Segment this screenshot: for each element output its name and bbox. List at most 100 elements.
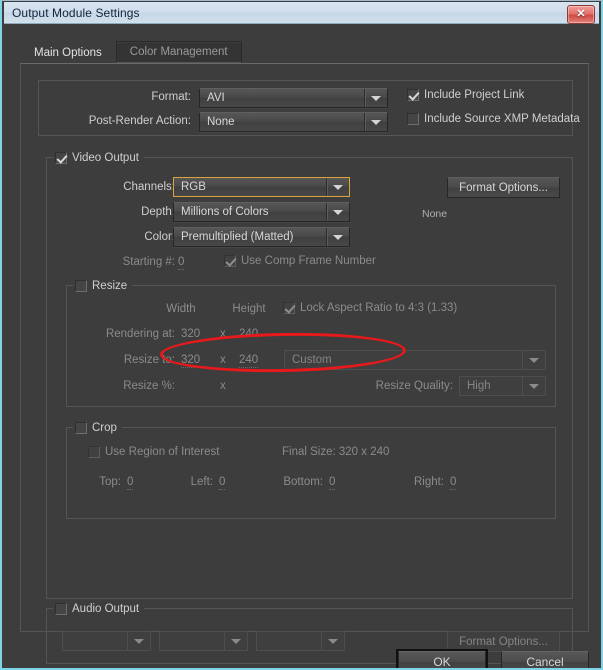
format-dropdown[interactable]: AVI — [199, 88, 388, 108]
video-output-group: Video Output Channels: RGB Depth: Millio… — [46, 150, 573, 599]
crop-legend[interactable]: Crop — [73, 420, 122, 435]
resize-preset-dropdown[interactable]: Custom — [284, 350, 546, 370]
chevron-down-icon — [522, 377, 545, 395]
crop-group: Crop Use Region of Interest Final Size: … — [66, 420, 556, 519]
chevron-down-icon — [321, 632, 344, 650]
audio-channels-dropdown[interactable] — [256, 631, 345, 651]
use-comp-frame-number-checkbox[interactable] — [224, 255, 236, 267]
lock-aspect-ratio-checkbox[interactable] — [283, 302, 295, 314]
starting-number-field[interactable]: 0 — [178, 256, 185, 270]
video-format-options-button[interactable]: Format Options... — [447, 177, 560, 198]
ok-button[interactable]: OK — [398, 651, 486, 668]
close-icon[interactable]: ✕ — [567, 5, 595, 24]
color-dropdown-value: Premultiplied (Matted) — [181, 231, 294, 243]
crop-checkbox[interactable] — [75, 421, 87, 434]
include-xmp-row[interactable]: Include Source XMP Metadata — [407, 113, 580, 125]
dialog-body: Main Options Color Management Format: AV… — [4, 24, 599, 668]
resize-percent-times: x — [220, 380, 226, 392]
chevron-down-icon — [522, 351, 545, 369]
main-options-panel: Format: AVI Post-Render Action: None Inc… — [20, 63, 589, 664]
video-format-options-status: None — [422, 208, 448, 220]
audio-output-label: Audio Output — [72, 602, 140, 615]
audio-format-options-button[interactable]: Format Options... — [447, 631, 560, 652]
color-label: Color: — [144, 231, 175, 243]
audio-rate-dropdown[interactable] — [62, 631, 151, 651]
post-render-action-label: Post-Render Action: — [88, 115, 191, 127]
rendering-at-width: 320 — [181, 328, 201, 340]
crop-label: Crop — [92, 421, 117, 434]
resize-quality-value: High — [467, 380, 491, 392]
audio-depth-dropdown[interactable] — [159, 631, 248, 651]
format-group: Format: AVI Post-Render Action: None Inc… — [38, 80, 580, 136]
audio-output-group: Audio Output Format Options... — [46, 601, 573, 664]
use-region-of-interest-row[interactable]: Use Region of Interest — [88, 446, 219, 458]
include-project-link-checkbox[interactable] — [407, 89, 419, 101]
depth-dropdown[interactable]: Millions of Colors — [173, 202, 350, 222]
crop-bottom-field[interactable]: 0 — [329, 476, 336, 490]
resize-quality-dropdown[interactable]: High — [459, 376, 546, 396]
starting-number-label: Starting #: — [122, 256, 175, 268]
depth-label: Depth: — [141, 206, 175, 218]
resize-height-header: Height — [232, 303, 266, 315]
chevron-down-icon — [364, 113, 387, 131]
resize-to-label: Resize to: — [123, 354, 175, 366]
crop-left-field[interactable]: 0 — [219, 476, 226, 490]
crop-left-label: Left: — [190, 476, 213, 488]
resize-percent-label: Resize %: — [123, 380, 175, 392]
include-source-xmp-label: Include Source XMP Metadata — [424, 113, 580, 125]
video-output-checkbox[interactable] — [55, 151, 67, 164]
audio-output-legend[interactable]: Audio Output — [53, 601, 145, 616]
rendering-at-times: x — [220, 328, 226, 340]
channels-dropdown-value: RGB — [181, 181, 206, 193]
window-title: Output Module Settings — [12, 5, 140, 20]
crop-right-field[interactable]: 0 — [450, 476, 457, 490]
post-render-action-value: None — [207, 116, 235, 128]
lock-aspect-ratio-row[interactable]: Lock Aspect Ratio to 4:3 (1.33) — [283, 302, 457, 314]
crop-bottom-label: Bottom: — [283, 476, 323, 488]
rendering-at-height: 240 — [239, 328, 259, 340]
use-comp-frame-number-label: Use Comp Frame Number — [241, 255, 376, 267]
include-project-link-row[interactable]: Include Project Link — [407, 89, 524, 101]
cancel-button[interactable]: Cancel — [501, 651, 589, 668]
use-region-of-interest-label: Use Region of Interest — [105, 446, 220, 458]
final-size-label: Final Size: 320 x 240 — [282, 446, 390, 458]
crop-right-label: Right: — [413, 476, 444, 488]
resize-preset-value: Custom — [292, 354, 332, 366]
resize-to-width-field[interactable]: 320 — [181, 354, 201, 368]
post-render-action-dropdown[interactable]: None — [199, 112, 388, 132]
format-label: Format: — [151, 91, 191, 103]
channels-dropdown[interactable]: RGB — [173, 177, 350, 197]
crop-top-field[interactable]: 0 — [127, 476, 134, 490]
crop-top-label: Top: — [99, 476, 121, 488]
chevron-down-icon — [127, 632, 150, 650]
video-output-legend[interactable]: Video Output — [53, 150, 144, 165]
chevron-down-icon — [364, 89, 387, 107]
chevron-down-icon — [326, 228, 349, 246]
use-region-of-interest-checkbox[interactable] — [88, 446, 100, 458]
audio-output-checkbox[interactable] — [55, 602, 67, 615]
color-dropdown[interactable]: Premultiplied (Matted) — [173, 227, 350, 247]
output-module-settings-dialog: Output Module Settings ✕ Main Options Co… — [0, 0, 603, 670]
tab-strip: Main Options Color Management — [20, 39, 242, 63]
resize-to-times: x — [220, 354, 226, 366]
resize-width-header: Width — [166, 303, 196, 315]
title-bar: Output Module Settings ✕ — [4, 2, 599, 24]
resize-legend[interactable]: Resize — [73, 278, 133, 293]
resize-checkbox[interactable] — [75, 279, 87, 292]
use-comp-frame-number-row[interactable]: Use Comp Frame Number — [224, 255, 376, 267]
channels-label: Channels: — [123, 181, 175, 193]
resize-to-height-field[interactable]: 240 — [239, 354, 259, 368]
include-source-xmp-checkbox[interactable] — [407, 113, 419, 125]
lock-aspect-ratio-label: Lock Aspect Ratio to 4:3 (1.33) — [300, 302, 458, 314]
chevron-down-icon — [224, 632, 247, 650]
resize-group: Resize Width Height Lock Aspect Ratio to… — [66, 278, 556, 407]
include-project-link-label: Include Project Link — [424, 89, 525, 101]
close-glyph: ✕ — [576, 8, 586, 20]
tab-color-management[interactable]: Color Management — [115, 41, 242, 63]
chevron-down-icon — [326, 203, 349, 221]
rendering-at-label: Rendering at: — [105, 328, 175, 340]
resize-label: Resize — [92, 279, 128, 292]
video-output-label: Video Output — [72, 151, 139, 164]
chevron-down-icon — [326, 178, 349, 196]
tab-main-options[interactable]: Main Options — [20, 41, 116, 63]
